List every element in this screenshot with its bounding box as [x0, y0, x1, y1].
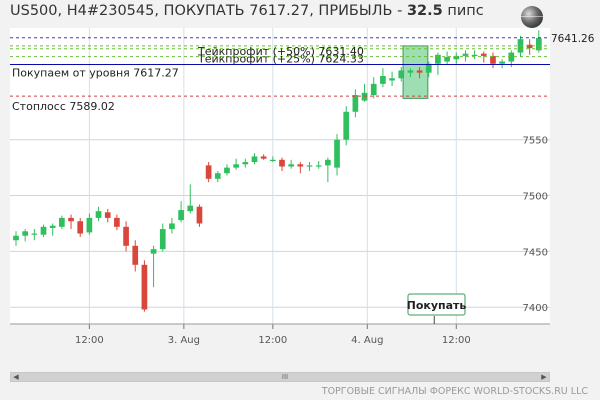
- candle-up: [380, 76, 386, 84]
- candle-down: [141, 264, 148, 310]
- candle-down: [68, 217, 74, 222]
- candle-up: [86, 217, 93, 233]
- entry-zone: [402, 45, 429, 99]
- candle-up: [59, 217, 65, 227]
- candle-down: [297, 164, 304, 167]
- x-tick-label: 12:00: [75, 335, 104, 346]
- candle-up: [444, 57, 450, 62]
- x-tick-label: 3. Aug: [168, 335, 200, 346]
- chart: 7400 7450 7500 7550 12:00 3. Aug 12:00 4. Aug 12…: [10, 28, 595, 346]
- candle-up: [233, 164, 239, 168]
- candle-down: [480, 53, 487, 56]
- current-price-label: 7641.26: [551, 33, 595, 45]
- profit-value: 32.5: [406, 3, 443, 19]
- candle-up: [435, 54, 441, 64]
- candle-up: [407, 70, 414, 73]
- candle-up: [425, 63, 432, 73]
- scroll-right-arrow-icon[interactable]: ▶: [539, 373, 549, 381]
- x-tick-label: 12:00: [258, 335, 287, 346]
- candle-up: [306, 165, 313, 167]
- candle-up: [224, 167, 230, 174]
- title-prefix: US500, H4#230545, ПОКУПАТЬ 7617.27, ПРИБ…: [10, 3, 407, 19]
- candle-up: [214, 173, 221, 179]
- y-tick-label: 7400: [523, 303, 548, 314]
- globe-equator: [521, 16, 543, 17]
- scroll-left-arrow-icon[interactable]: ◀: [11, 373, 21, 381]
- candle-down: [279, 159, 285, 167]
- candle-up: [370, 83, 377, 96]
- candle-up: [398, 70, 405, 79]
- candle-up: [471, 54, 478, 57]
- watermark: ТОРГОВЫЕ СИГНАЛЫ ФОРЕКС WORLD-STOCKS.RU …: [321, 386, 588, 397]
- candle-down: [416, 70, 423, 73]
- take-profit-25-label: Тейкпрофит (+25%) 7624.33: [197, 53, 364, 66]
- stop-loss-label: Стоплосс 7589.02: [12, 100, 115, 113]
- candle-up: [49, 225, 56, 228]
- candle-down: [205, 165, 212, 179]
- chart-title: US500, H4#230545, ПОКУПАТЬ 7617.27, ПРИБ…: [10, 3, 484, 19]
- candle-up: [31, 233, 38, 235]
- candle-down: [123, 226, 129, 246]
- scroll-thumb[interactable]: III: [276, 373, 294, 381]
- candle-down: [104, 212, 111, 218]
- candle-up: [325, 159, 331, 166]
- candle-up: [352, 95, 359, 112]
- candle-up: [13, 235, 19, 241]
- candle-up: [389, 78, 395, 81]
- candle-up: [169, 223, 175, 230]
- entry-label: Покупаем от уровня 7617.27: [12, 67, 179, 80]
- y-tick-label: 7500: [523, 192, 548, 203]
- candle-up: [315, 165, 322, 167]
- candle-down: [77, 221, 84, 234]
- x-tick-label: 12:00: [442, 335, 471, 346]
- candle-down: [526, 44, 533, 49]
- candle-up: [150, 249, 157, 254]
- candle-up: [269, 159, 276, 162]
- candle-up: [22, 231, 29, 236]
- candle-up: [462, 53, 469, 56]
- candle-up: [178, 210, 184, 221]
- horizontal-scrollbar[interactable]: ◀ III ▶: [10, 372, 550, 382]
- candle-up: [95, 211, 102, 218]
- globe-icon[interactable]: [521, 6, 543, 28]
- candle-up: [499, 61, 505, 64]
- y-tick-label: 7550: [523, 136, 548, 147]
- candle-up: [40, 226, 47, 235]
- x-tick-label: 4. Aug: [351, 335, 383, 346]
- candle-down: [260, 156, 267, 159]
- candle-down: [132, 245, 139, 265]
- candle-up: [334, 139, 340, 168]
- candle-up: [361, 92, 368, 101]
- candle-up: [288, 164, 295, 167]
- candle-up: [159, 229, 166, 250]
- signal-label: Покупать: [407, 299, 467, 312]
- candle-up: [343, 111, 350, 140]
- candle-up: [251, 156, 258, 163]
- candle-up: [187, 205, 194, 212]
- profit-unit: пипс: [442, 3, 484, 19]
- y-tick-label: 7450: [523, 247, 548, 258]
- candle-down: [196, 206, 203, 224]
- candle-down: [114, 217, 120, 227]
- candle-up: [242, 162, 249, 165]
